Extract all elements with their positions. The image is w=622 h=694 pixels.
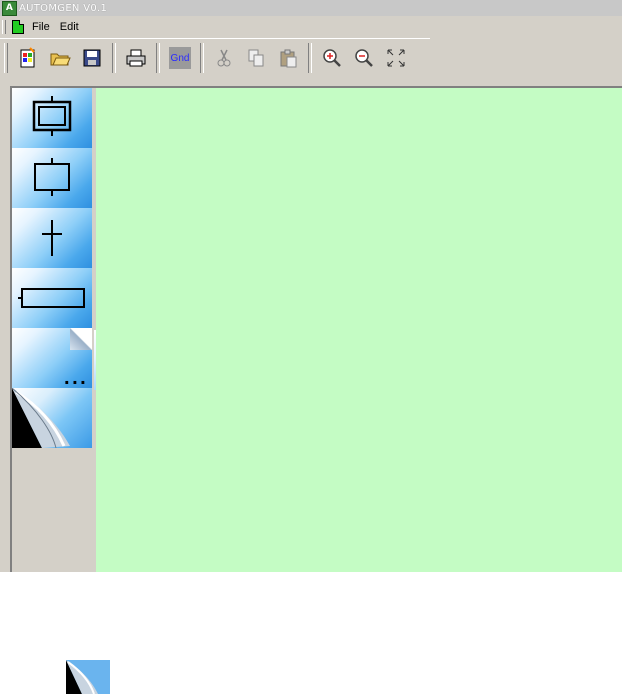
workspace: ... [10,86,622,572]
more-label: ... [63,369,88,388]
step-icon [34,158,70,196]
open-icon [50,53,71,66]
document-icon[interactable] [12,20,24,34]
copy-button[interactable] [241,43,271,73]
print-button[interactable] [121,43,151,73]
fit-icon [387,49,405,67]
fit-button[interactable] [381,43,411,73]
tool-action-box[interactable] [12,268,92,328]
toolbar-separator [200,43,204,73]
toolbar-separator [156,43,160,73]
menu-grip [2,20,6,34]
save-button[interactable] [77,43,107,73]
app-window: A AUTOMGEN V0.1 File Edit Gnd ... [0,0,622,572]
zoom-out-button[interactable] [349,43,379,73]
print-icon [126,49,146,67]
gnd-icon: Gnd [169,47,191,69]
tool-step[interactable] [12,148,92,208]
copy-icon [248,49,264,67]
new-button[interactable] [13,43,43,73]
gnd-button[interactable]: Gnd [165,43,195,73]
curl-icon [70,328,92,350]
initial-step-icon [32,96,72,136]
action-box-icon [18,288,85,308]
zoom-in-button[interactable] [317,43,347,73]
title-bar[interactable]: A AUTOMGEN V0.1 [0,0,622,16]
paste-icon [280,49,297,68]
toolbar-grip [4,43,8,73]
tool-more[interactable]: ... [12,328,92,388]
menu-file[interactable]: File [30,21,52,33]
save-icon [83,49,101,67]
cut-button[interactable] [209,43,239,73]
toolbar: Gnd [0,38,430,77]
page-curl-icon [12,388,70,448]
tool-transition[interactable] [12,208,92,268]
tool-initial-step[interactable] [12,88,92,148]
tool-page-curl[interactable] [12,388,92,448]
app-icon: A [2,0,17,16]
new-icon [20,47,35,68]
zoom-in-icon [323,49,341,67]
window-title: AUTOMGEN V0.1 [19,2,108,14]
page-curl-icon [66,660,110,694]
toolbar-separator [112,43,116,73]
tool-palette: ... [12,88,494,572]
menu-bar: File Edit [0,17,622,37]
open-button[interactable] [45,43,75,73]
zoom-out-icon [355,49,373,67]
cut-icon [217,49,231,67]
transition-icon [42,220,62,256]
page-curl-preview [66,660,110,694]
drawing-canvas[interactable] [96,88,622,572]
paste-button[interactable] [273,43,303,73]
menu-edit[interactable]: Edit [58,21,81,33]
toolbar-separator [308,43,312,73]
